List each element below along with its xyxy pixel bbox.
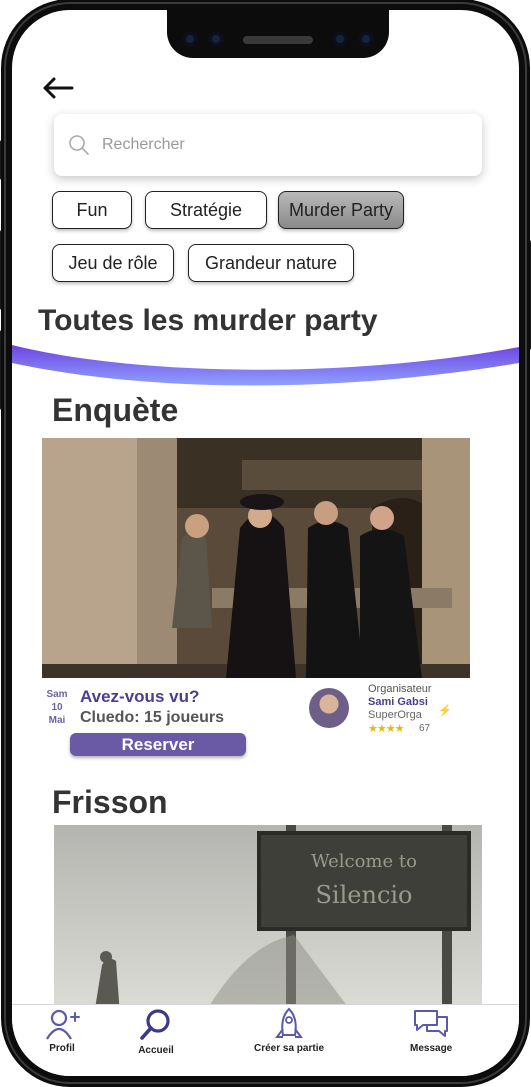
tab-creer-label: Créer sa partie [254,1043,325,1054]
organizer-avatar[interactable] [309,688,349,728]
search-input[interactable] [100,135,434,155]
sign-text-line2: Silencio [315,881,412,909]
user-plus-icon [46,1009,80,1040]
event-title[interactable]: Avez-vous vu? [80,687,199,707]
tab-accueil-label: Accueil [138,1045,174,1056]
event-subtitle: Cluedo: 15 joueurs [80,709,225,726]
tab-accueil[interactable]: Accueil [136,1007,176,1056]
filter-chip-grandeur-nature[interactable]: Grandeur nature [188,244,354,282]
event-date-month: Mai [48,715,66,726]
filter-chip-fun[interactable]: Fun [52,191,132,229]
lightning-icon: ⚡ [438,705,452,717]
sign-text-line1: Welcome to [311,851,417,872]
event-image-enquete[interactable] [42,438,470,678]
tab-creer[interactable]: Créer sa partie [254,1007,324,1054]
search-icon [69,135,89,155]
page-title: Toutes les murder party [38,304,378,337]
rating-count: 67 [419,723,431,734]
search-bar[interactable] [54,114,482,176]
organizer-label: Organisateur [368,683,432,695]
phone-notch [167,10,389,58]
filter-chip-jeu-de-role[interactable]: Jeu de rôle [52,244,174,282]
section-title-enquete: Enquète [52,392,179,428]
tab-profil-label: Profil [49,1043,75,1054]
event-date-day: 10 [51,702,63,713]
filter-chip-murder-party[interactable]: Murder Party [278,191,404,229]
rating-stars: ★★★★ [368,723,404,735]
reserve-button[interactable]: Reserver [70,733,246,756]
event-image-frisson[interactable]: Welcome to Silencio [54,825,482,1015]
tab-profil[interactable]: Profil [42,1007,82,1054]
filter-chip-strategie[interactable]: Stratégie [145,191,267,229]
tab-message[interactable]: Message [410,1007,452,1054]
tab-message-label: Message [410,1043,453,1054]
organizer-name[interactable]: Sami Gabsi [368,696,428,708]
decorative-wave [12,345,519,386]
back-arrow-icon[interactable] [40,74,76,102]
rocket-icon [275,1007,304,1038]
event-date-dayname: Sam [46,689,68,700]
section-title-frisson: Frisson [52,784,168,820]
phone-frame: Fun Stratégie Murder Party Jeu de rôle G… [6,4,525,1082]
bottom-tab-bar: Profil Accueil Créer sa partie Message [12,1004,519,1076]
chat-icon [414,1010,449,1037]
event-date: Sam 10 Mai [42,688,72,727]
search-icon [140,1009,170,1040]
organizer-role: SuperOrga [368,709,422,721]
app-screen: Fun Stratégie Murder Party Jeu de rôle G… [12,10,519,1076]
